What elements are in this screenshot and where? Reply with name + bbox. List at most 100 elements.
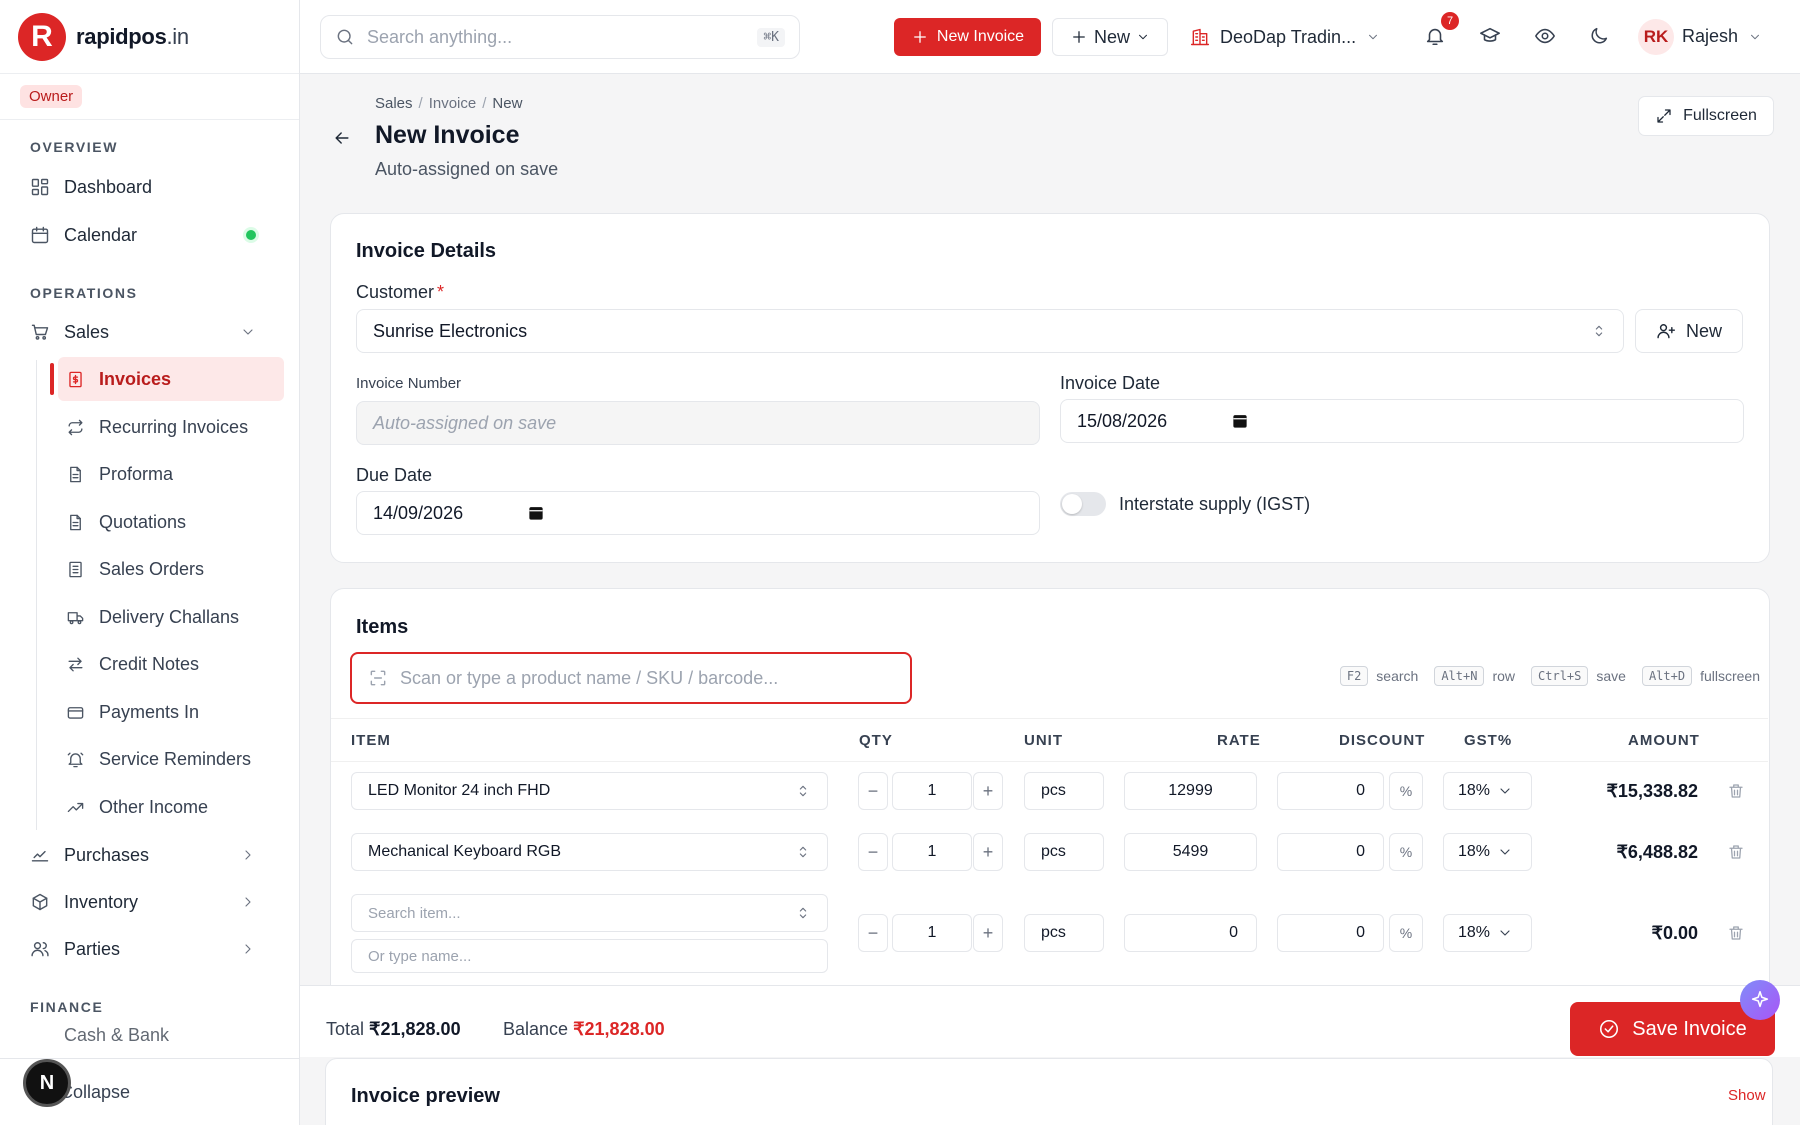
status-dot (246, 230, 256, 240)
expand-icon (1657, 109, 1671, 123)
qty-increment-button[interactable]: + (973, 772, 1003, 810)
breadcrumb-invoice[interactable]: Invoice (429, 95, 477, 112)
customer-select[interactable]: Sunrise Electronics (356, 309, 1624, 353)
ai-assistant-button[interactable] (1740, 980, 1780, 1020)
discount-input[interactable]: 0 (1277, 833, 1384, 871)
sidebar-item-parties[interactable]: Parties (22, 927, 284, 971)
sidebar-item-purchases[interactable]: Purchases (22, 833, 284, 877)
sidebar-item-recurring-invoices[interactable]: Recurring Invoices (58, 405, 284, 449)
gst-value: 18% (1458, 843, 1491, 860)
chevron-down-icon (243, 329, 253, 335)
eye-icon[interactable] (1534, 25, 1556, 47)
qty-input[interactable]: 1 (892, 772, 972, 810)
new-dropdown-button[interactable]: New (1052, 18, 1168, 56)
user-menu[interactable]: Rajesh (1682, 26, 1762, 47)
item-name: Mechanical Keyboard RGB (368, 843, 561, 860)
trash-icon[interactable] (1727, 924, 1745, 942)
interstate-label: Interstate supply (IGST) (1119, 494, 1311, 514)
global-search[interactable]: Search anything... ⌘K (320, 15, 800, 59)
file-icon (70, 514, 81, 530)
tree-line (36, 360, 37, 830)
sidebar-item-quotations[interactable]: Quotations (58, 500, 284, 544)
qty-increment-button[interactable]: + (973, 914, 1003, 952)
truck-icon (67, 611, 84, 624)
calendar-icon (31, 226, 49, 244)
row-amount: ₹6,488.82 (1616, 842, 1698, 862)
discount-type-button[interactable]: % (1389, 914, 1423, 952)
gst-select[interactable]: 18% (1443, 833, 1532, 871)
rate-input[interactable]: 12999 (1124, 772, 1257, 810)
qty-input[interactable]: 1 (892, 914, 972, 952)
back-arrow-icon[interactable] (332, 128, 352, 148)
gst-select[interactable]: 18% (1443, 772, 1532, 810)
swap-icon (68, 656, 83, 672)
card-icon (67, 706, 84, 719)
sidebar-item-invoices[interactable]: Invoices (50, 357, 284, 401)
sidebar-item-calendar[interactable]: Calendar (22, 213, 284, 257)
sidebar-item-proforma[interactable]: Proforma (58, 452, 284, 496)
sidebar-item-payments-in[interactable]: Payments In (58, 690, 284, 734)
discount-input[interactable]: 0 (1277, 772, 1384, 810)
new-invoice-button[interactable]: New Invoice (894, 18, 1041, 56)
unit-input[interactable]: pcs (1024, 833, 1104, 871)
avatar[interactable]: RK (1638, 19, 1674, 55)
dev-badge[interactable]: N (23, 1059, 71, 1107)
trash-icon[interactable] (1727, 843, 1745, 861)
sidebar-item-service-reminders[interactable]: Service Reminders (58, 737, 284, 781)
qty-decrement-button[interactable]: − (858, 772, 888, 810)
due-date-field[interactable]: 14/09/2026 (356, 491, 1040, 535)
sidebar-item-credit-notes[interactable]: Credit Notes (58, 642, 284, 686)
qty-decrement-button[interactable]: − (858, 833, 888, 871)
calendar-icon[interactable] (527, 504, 545, 522)
discount-input[interactable]: 0 (1277, 914, 1384, 952)
sidebar-item-other-income[interactable]: Other Income (58, 785, 284, 829)
new-customer-button[interactable]: New (1635, 309, 1743, 353)
unit-input[interactable]: pcs (1024, 772, 1104, 810)
qty-decrement-button[interactable]: − (858, 914, 888, 952)
item-search-select[interactable]: Search item... (351, 894, 828, 932)
sidebar-item-sales-orders[interactable]: Sales Orders (58, 547, 284, 591)
row-amount: ₹15,338.82 (1606, 781, 1698, 801)
invoice-number-label: Invoice Number (356, 375, 462, 392)
brand[interactable]: R rapidpos.in (0, 0, 299, 74)
trash-icon[interactable] (1727, 782, 1745, 800)
rate-input[interactable]: 0 (1124, 914, 1257, 952)
plus-icon (914, 31, 926, 43)
preview-show-link[interactable]: Show (1728, 1087, 1766, 1104)
calendar-icon[interactable] (1231, 412, 1249, 430)
sidebar-item-delivery-challans[interactable]: Delivery Challans (58, 595, 284, 639)
sidebar-item-sales[interactable]: Sales (22, 310, 284, 354)
total: Total ₹21,828.00 (326, 1019, 461, 1039)
interstate-toggle[interactable] (1060, 492, 1106, 516)
page-subtitle: Auto-assigned on save (375, 159, 559, 179)
sidebar-item-dashboard[interactable]: Dashboard (22, 165, 284, 209)
qty-increment-button[interactable]: + (973, 833, 1003, 871)
role-badge: Owner (20, 85, 83, 108)
company-switcher[interactable]: DeoDap Tradin... (1190, 18, 1380, 56)
item-name-input[interactable]: Or type name... (351, 939, 828, 973)
discount-type-button[interactable]: % (1389, 833, 1423, 871)
discount-type-button[interactable]: % (1389, 772, 1423, 810)
sidebar-item-inventory[interactable]: Inventory (22, 880, 284, 924)
scan-placeholder: Scan or type a product name / SKU / barc… (400, 667, 779, 688)
top-header: Search anything... ⌘K New Invoice New De… (300, 0, 1800, 74)
invoice-date-field[interactable]: 15/08/2026 (1060, 399, 1744, 443)
unit-input[interactable]: pcs (1024, 914, 1104, 952)
item-select[interactable]: Mechanical Keyboard RGB (351, 833, 828, 871)
product-scan-input[interactable]: Scan or type a product name / SKU / barc… (350, 652, 912, 704)
sidebar-item-cash-bank[interactable]: Cash & Bank (22, 1025, 284, 1055)
graduation-cap-icon[interactable] (1479, 25, 1501, 47)
breadcrumb-sales[interactable]: Sales (375, 95, 413, 112)
moon-icon[interactable] (1588, 25, 1610, 47)
item-select[interactable]: LED Monitor 24 inch FHD (351, 772, 828, 810)
balance: Balance ₹21,828.00 (503, 1019, 665, 1039)
brand-name: rapidpos.in (76, 23, 189, 49)
qty-input[interactable]: 1 (892, 833, 972, 871)
gst-select[interactable]: 18% (1443, 914, 1532, 952)
column-gst: GST% (1464, 732, 1513, 749)
shortcut-label: save (1596, 668, 1626, 684)
rate-input[interactable]: 5499 (1124, 833, 1257, 871)
building-icon (1190, 28, 1210, 46)
fullscreen-button[interactable]: Fullscreen (1638, 96, 1774, 136)
bell-icon[interactable] (1424, 25, 1446, 47)
